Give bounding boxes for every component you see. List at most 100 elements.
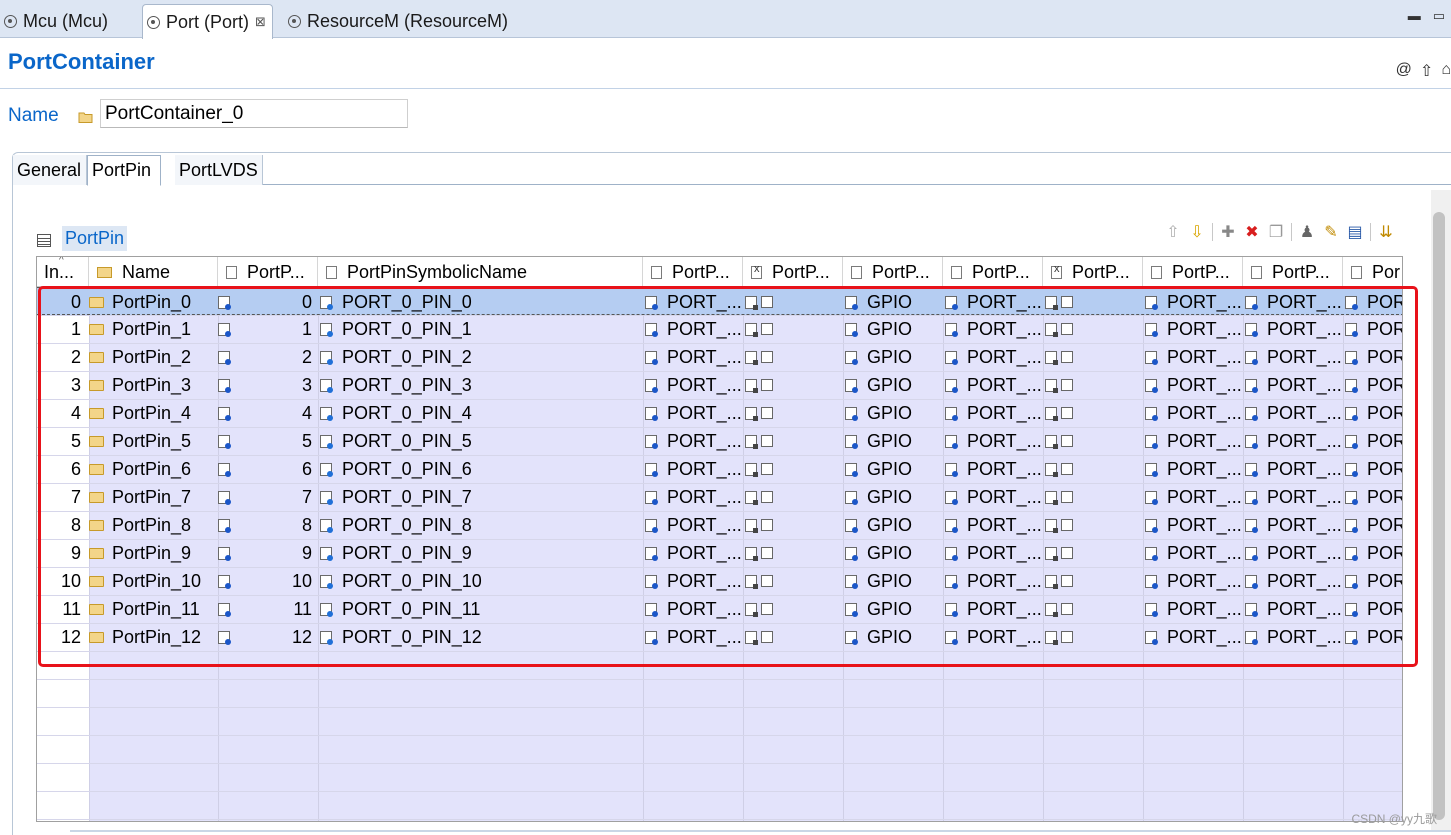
cell-portp-6[interactable]: GPIO <box>845 343 943 371</box>
cell-symbolic-name[interactable]: PORT_0_PIN_10 <box>320 567 643 595</box>
cell-pin-id[interactable]: 8 <box>218 511 312 539</box>
column-header-portp-10[interactable]: PortP... <box>1243 257 1343 287</box>
cell-portp-7[interactable]: PORT_... <box>945 595 1043 623</box>
cell-pin-id[interactable]: 9 <box>218 539 312 567</box>
cell-portp-9[interactable]: PORT_... <box>1145 455 1243 483</box>
cell-portp-4[interactable]: PORT_... <box>645 595 743 623</box>
checkbox[interactable] <box>1061 379 1073 391</box>
cell-portp-7[interactable]: PORT_... <box>945 455 1043 483</box>
cell-pin-id[interactable]: 10 <box>218 567 312 595</box>
cell-portp-11[interactable]: POR <box>1345 399 1402 427</box>
cell-portp-8[interactable] <box>1045 595 1143 623</box>
cell-portp-11[interactable]: POR <box>1345 483 1402 511</box>
cell-index[interactable]: 6 <box>37 455 81 483</box>
cell-portp-11[interactable]: POR <box>1345 371 1402 399</box>
cell-portp-8[interactable] <box>1045 511 1143 539</box>
cell-portp-6[interactable]: GPIO <box>845 288 943 316</box>
cell-portp-6[interactable]: GPIO <box>845 427 943 455</box>
checkbox[interactable] <box>1061 603 1073 615</box>
cell-portp-4[interactable]: PORT_... <box>645 483 743 511</box>
cell-portp-8[interactable] <box>1045 315 1143 343</box>
cell-portp-5[interactable] <box>745 511 843 539</box>
cell-portp-9[interactable]: PORT_... <box>1145 288 1243 316</box>
checkbox[interactable] <box>761 603 773 615</box>
cell-index[interactable]: 3 <box>37 371 81 399</box>
form-edit-icon[interactable]: ▤ <box>1346 222 1364 242</box>
cell-portp-10[interactable]: PORT_... <box>1245 371 1343 399</box>
cell-portp-9[interactable]: PORT_... <box>1145 315 1243 343</box>
column-header-portpinid[interactable]: PortP... <box>218 257 318 287</box>
checkbox[interactable] <box>761 575 773 587</box>
table-row[interactable]: 5 PortPin_5 5 PORT_0_PIN_5 PORT_... GPIO PORT_… <box>37 427 1402 455</box>
cell-portp-7[interactable]: PORT_... <box>945 623 1043 651</box>
cell-pin-id[interactable]: 5 <box>218 427 312 455</box>
cell-portp-11[interactable]: POR <box>1345 427 1402 455</box>
cell-portp-10[interactable]: PORT_... <box>1245 343 1343 371</box>
cell-symbolic-name[interactable]: PORT_0_PIN_1 <box>320 315 643 343</box>
cell-portp-6[interactable]: GPIO <box>845 315 943 343</box>
checkbox[interactable] <box>761 463 773 475</box>
cell-portp-9[interactable]: PORT_... <box>1145 511 1243 539</box>
table-row[interactable]: 8 PortPin_8 8 PORT_0_PIN_8 PORT_... GPIO PORT_… <box>37 511 1402 539</box>
cell-portp-11[interactable]: POR <box>1345 623 1402 651</box>
cell-portp-6[interactable]: GPIO <box>845 399 943 427</box>
cell-portp-9[interactable]: PORT_... <box>1145 399 1243 427</box>
tab-portlvds[interactable]: PortLVDS <box>175 155 263 185</box>
cell-portp-9[interactable]: PORT_... <box>1145 427 1243 455</box>
scrollbar-thumb[interactable] <box>1433 212 1445 820</box>
cell-portp-6[interactable]: GPIO <box>845 567 943 595</box>
cell-pin-id[interactable]: 7 <box>218 483 312 511</box>
cell-portp-8[interactable] <box>1045 623 1143 651</box>
table-row[interactable]: 3 PortPin_3 3 PORT_0_PIN_3 PORT_... GPIO PORT_… <box>37 371 1402 399</box>
home-icon[interactable]: ⌂ <box>1441 61 1451 81</box>
cell-portp-4[interactable]: PORT_... <box>645 371 743 399</box>
cell-portp-5[interactable] <box>745 399 843 427</box>
cell-name[interactable]: PortPin_4 <box>89 399 218 427</box>
cell-name[interactable]: PortPin_3 <box>89 371 218 399</box>
checkbox[interactable] <box>761 491 773 503</box>
editor-tab-mcu[interactable]: Mcu (Mcu) <box>0 4 108 38</box>
import-icon[interactable]: ⇊ <box>1377 222 1395 242</box>
cell-portp-8[interactable] <box>1045 343 1143 371</box>
cell-portp-7[interactable]: PORT_... <box>945 288 1043 316</box>
checkbox[interactable] <box>1061 547 1073 559</box>
cell-pin-id[interactable]: 6 <box>218 455 312 483</box>
cell-portp-6[interactable]: GPIO <box>845 539 943 567</box>
cell-portp-11[interactable]: POR <box>1345 455 1402 483</box>
cell-portp-11[interactable]: POR <box>1345 595 1402 623</box>
cell-portp-9[interactable]: PORT_... <box>1145 567 1243 595</box>
cell-portp-10[interactable]: PORT_... <box>1245 511 1343 539</box>
cell-portp-5[interactable] <box>745 315 843 343</box>
cell-index[interactable]: 10 <box>37 567 81 595</box>
cell-symbolic-name[interactable]: PORT_0_PIN_2 <box>320 343 643 371</box>
checkbox[interactable] <box>761 351 773 363</box>
checkbox[interactable] <box>1061 323 1073 335</box>
cell-symbolic-name[interactable]: PORT_0_PIN_5 <box>320 427 643 455</box>
column-header-portp-11[interactable]: Por <box>1343 257 1402 287</box>
editor-tab-resourcem[interactable]: ResourceM (ResourceM) <box>284 4 508 38</box>
checkbox[interactable] <box>1061 631 1073 643</box>
minimize-icon[interactable]: ▬ <box>1408 8 1421 24</box>
cell-portp-6[interactable]: GPIO <box>845 623 943 651</box>
cell-name[interactable]: PortPin_1 <box>89 315 218 343</box>
checkbox[interactable] <box>761 519 773 531</box>
copy-icon[interactable]: ❐ <box>1267 222 1285 242</box>
checkbox[interactable] <box>1061 519 1073 531</box>
column-header-portp-4[interactable]: PortP... <box>643 257 743 287</box>
cell-portp-10[interactable]: PORT_... <box>1245 288 1343 316</box>
cell-portp-4[interactable]: PORT_... <box>645 567 743 595</box>
cell-pin-id[interactable]: 12 <box>218 623 312 651</box>
cell-portp-11[interactable]: POR <box>1345 567 1402 595</box>
checkbox[interactable] <box>761 407 773 419</box>
checkbox[interactable] <box>761 547 773 559</box>
cell-portp-6[interactable]: GPIO <box>845 595 943 623</box>
checkbox[interactable] <box>1061 296 1073 308</box>
edit-icon[interactable]: ✎ <box>1322 222 1340 242</box>
cell-portp-8[interactable] <box>1045 288 1143 316</box>
cell-portp-8[interactable] <box>1045 371 1143 399</box>
cell-portp-4[interactable]: PORT_... <box>645 343 743 371</box>
cell-portp-10[interactable]: PORT_... <box>1245 483 1343 511</box>
cell-symbolic-name[interactable]: PORT_0_PIN_6 <box>320 455 643 483</box>
table-row[interactable]: 10 PortPin_10 10 PORT_0_PIN_10 PORT_... GPIO P… <box>37 567 1402 595</box>
cell-pin-id[interactable]: 2 <box>218 343 312 371</box>
